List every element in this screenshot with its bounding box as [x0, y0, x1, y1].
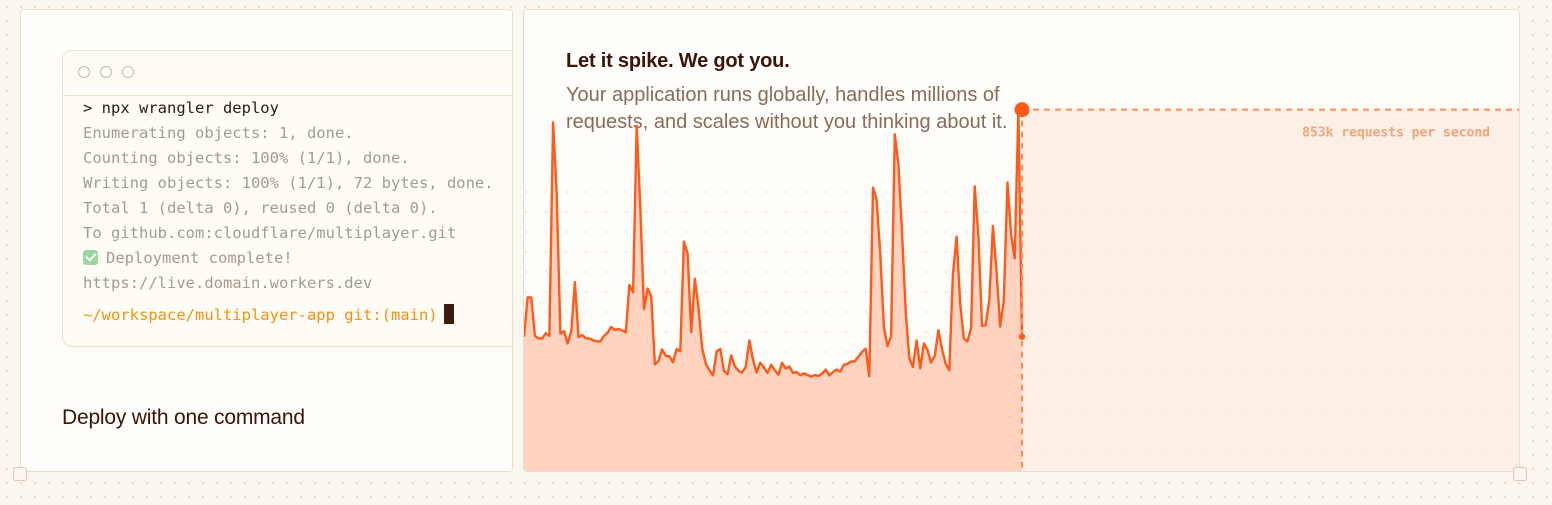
terminal-url: https://live.domain.workers.dev: [83, 274, 373, 292]
terminal-line: Enumerating objects: 1, done.: [83, 124, 354, 142]
terminal-success-line: Deployment complete!: [83, 246, 494, 271]
terminal-line: Total 1 (delta 0), reused 0 (delta 0).: [83, 199, 438, 217]
window-minimize-icon[interactable]: [100, 66, 112, 78]
cursor-icon: [443, 304, 454, 324]
peak-annotation: 853k requests per second: [1302, 126, 1490, 141]
success-text: Deployment complete!: [106, 249, 293, 267]
terminal-command: > npx wrangler deploy: [83, 99, 279, 117]
deploy-card-title: Deploy with one command: [62, 406, 305, 429]
terminal-window: > npx wrangler deploy Enumerating object…: [62, 50, 512, 347]
peak-point[interactable]: [1014, 102, 1030, 118]
traffic-spike-chart: 853k requests per second: [524, 102, 1519, 471]
frame-corner-handle: [1513, 467, 1527, 481]
terminal-titlebar: [63, 51, 512, 96]
forecast-area: [1022, 109, 1519, 471]
frame-corner-handle: [13, 467, 27, 481]
terminal-prompt[interactable]: ~/workspace/multiplayer-app git:(main): [83, 303, 494, 328]
terminal-line: Writing objects: 100% (1/1), 72 bytes, d…: [83, 174, 494, 192]
current-point: [1018, 333, 1026, 340]
terminal-output: > npx wrangler deploy Enumerating object…: [83, 96, 494, 328]
checkmark-icon: [83, 250, 98, 265]
terminal-line: To github.com:cloudflare/multiplayer.git: [83, 224, 457, 242]
deploy-card: > npx wrangler deploy Enumerating object…: [20, 9, 513, 472]
terminal-line: Counting objects: 100% (1/1), done.: [83, 149, 410, 167]
window-close-icon[interactable]: [78, 66, 90, 78]
scale-card: Let it spike. We got you. Your applicati…: [523, 9, 1520, 472]
window-maximize-icon[interactable]: [122, 66, 134, 78]
prompt-text: ~/workspace/multiplayer-app git:(main): [83, 306, 438, 324]
